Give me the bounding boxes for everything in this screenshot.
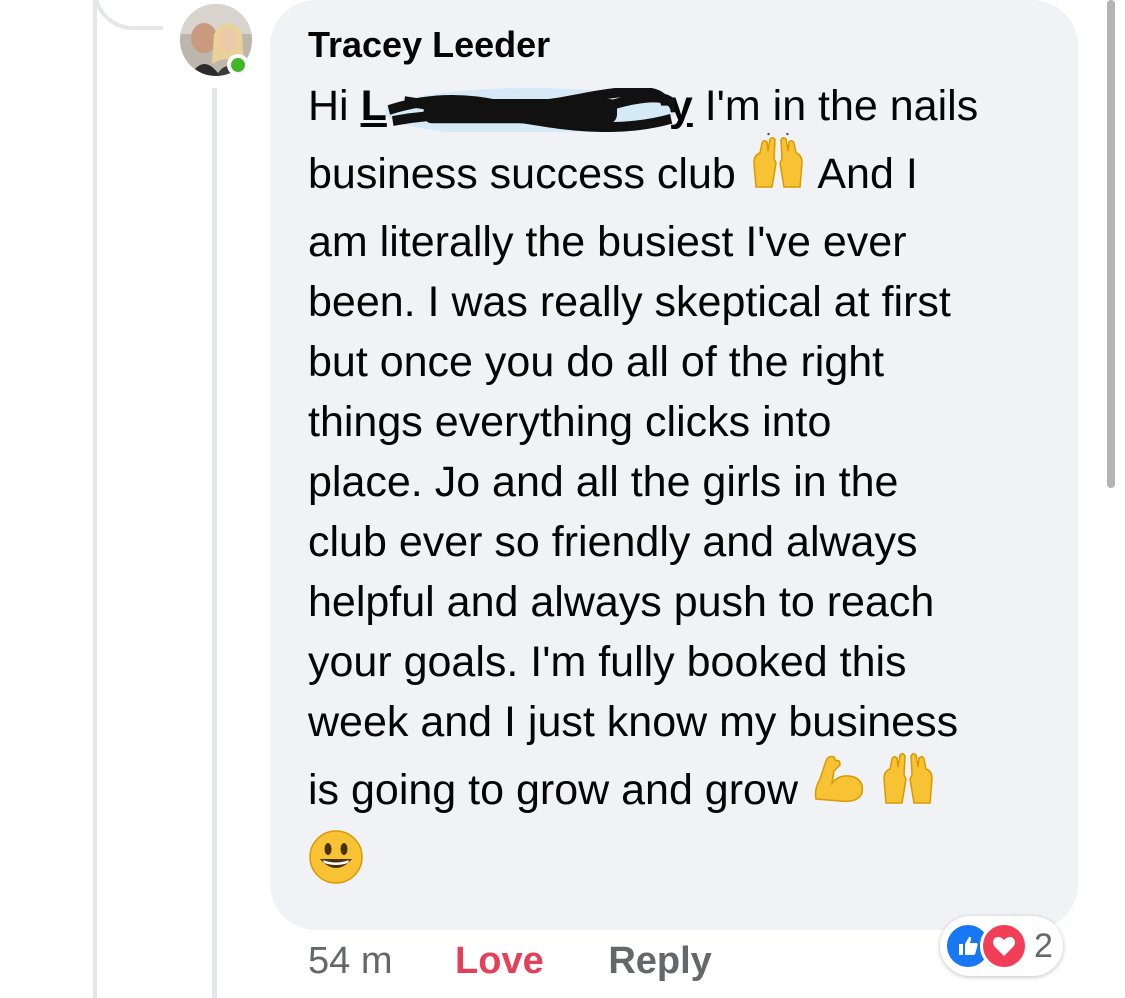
comment-line-2-text: business success club [308,150,736,198]
reply-button[interactable]: Reply [608,940,711,982]
comment-line-4: been. I was really skeptical at first [308,278,951,326]
comment-line-12-text: is going to grow and grow [308,766,799,814]
online-status-indicator [227,54,249,76]
greeting-text: Hi [308,82,349,130]
raising-hands-icon [748,128,808,213]
comment-text: Hi Ly I'm in the nails business success … [308,76,1048,904]
comment-line-11: week and I just know my business [308,698,959,746]
thread-connector-line [93,0,97,998]
comment-actions: 54 m Love Reply [308,940,712,983]
comment-author[interactable]: Tracey Leeder [308,24,550,66]
scrollbar-thumb[interactable] [1107,0,1115,488]
comment-line-1-rest: I'm in the nails [692,82,979,130]
comment-line-10: your goals. I'm fully booked this [308,638,907,686]
comment-line-13 [308,828,1048,904]
comment-line-3: am literally the busiest I've ever [308,218,907,266]
user-mention-link[interactable]: Ly [360,82,693,132]
mention-initial: L [360,82,387,130]
comment-timestamp[interactable]: 54 m [308,940,392,982]
flexed-biceps-icon [810,749,866,829]
comment-line-7: place. Jo and all the girls in the [308,458,899,506]
grinning-face-icon [308,829,364,909]
love-reaction-icon [980,922,1028,970]
redaction-scribble [384,88,675,132]
comment-line-5: but once you do all of the right [308,338,885,386]
comment-line-9: helpful and always push to reach [308,578,935,626]
comment-line-6: things everything clicks into [308,398,832,446]
comment-thread: Tracey Leeder Hi Ly I'm in the nails bus… [0,0,1125,998]
love-reaction-button[interactable]: Love [455,940,544,982]
reaction-summary[interactable]: 2 [940,916,1063,976]
comment-line-8: club ever so friendly and always [308,518,918,566]
raising-hands-icon [878,749,938,829]
thread-connector-curve [93,0,163,30]
comment-line-2-rest: And I [817,150,918,198]
comment-line-1: Hi Ly I'm in the nails [308,76,1048,136]
reply-thread-line [212,88,217,998]
comment-line-2: business success club And I [308,128,1048,213]
comment-line-12: is going to grow and grow [308,752,1048,828]
reaction-count: 2 [1034,926,1053,965]
